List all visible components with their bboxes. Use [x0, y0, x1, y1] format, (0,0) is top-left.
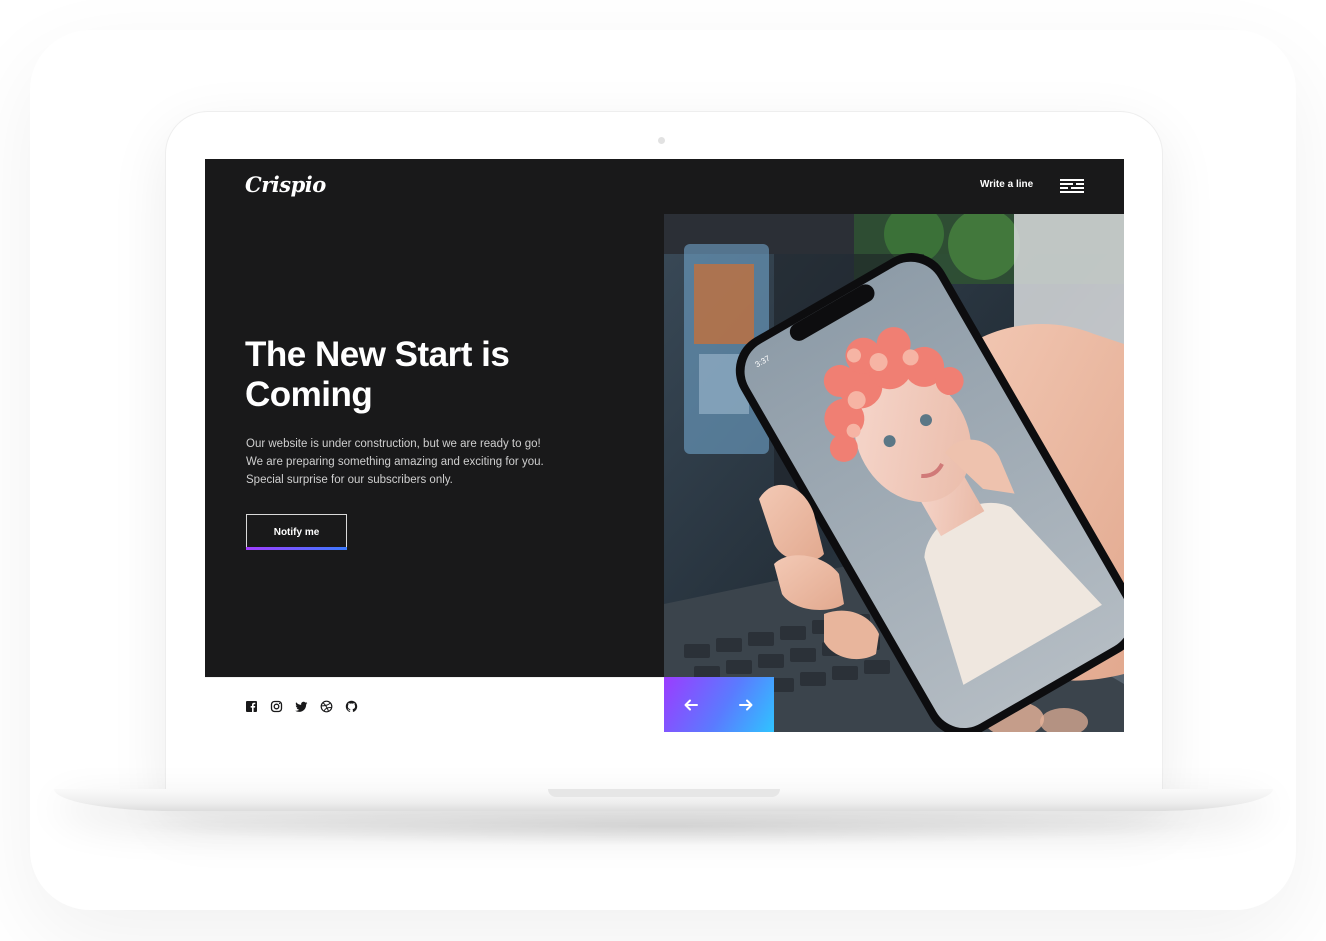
footer-bar	[205, 677, 664, 732]
hero-title: The New Start is Coming	[245, 335, 510, 414]
facebook-icon[interactable]	[245, 700, 258, 713]
twitter-icon[interactable]	[295, 700, 308, 713]
hero-description: Our website is under construction, but w…	[246, 435, 626, 489]
notify-me-button[interactable]: Notify me	[246, 514, 347, 550]
dribbble-icon[interactable]	[320, 700, 333, 713]
brand-logo[interactable]: Crispio	[245, 172, 326, 197]
arrow-right-icon[interactable]	[736, 695, 756, 715]
hero-line: Our website is under construction, but w…	[246, 438, 541, 450]
laptop-camera	[658, 137, 665, 144]
laptop-base-notch	[548, 789, 780, 797]
menu-icon[interactable]	[1060, 178, 1084, 194]
hero-panel: The New Start is Coming Our website is u…	[205, 159, 664, 677]
slider-controls	[664, 677, 774, 732]
github-icon[interactable]	[345, 700, 358, 713]
instagram-icon[interactable]	[270, 700, 283, 713]
laptop-screen: The New Start is Coming Our website is u…	[205, 159, 1124, 732]
floor-shadow	[120, 806, 1210, 846]
write-a-line-link[interactable]: Write a line	[980, 179, 1033, 190]
top-navbar: Crispio Write a line	[205, 159, 1124, 214]
phone-in-hand-illustration: 3:37	[664, 214, 1124, 732]
social-links	[245, 700, 358, 713]
hero-line: We are preparing something amazing and e…	[246, 456, 544, 468]
arrow-left-icon[interactable]	[681, 695, 701, 715]
hero-image: 3:37	[664, 214, 1124, 732]
hero-line: Special surprise for our subscribers onl…	[246, 474, 453, 486]
